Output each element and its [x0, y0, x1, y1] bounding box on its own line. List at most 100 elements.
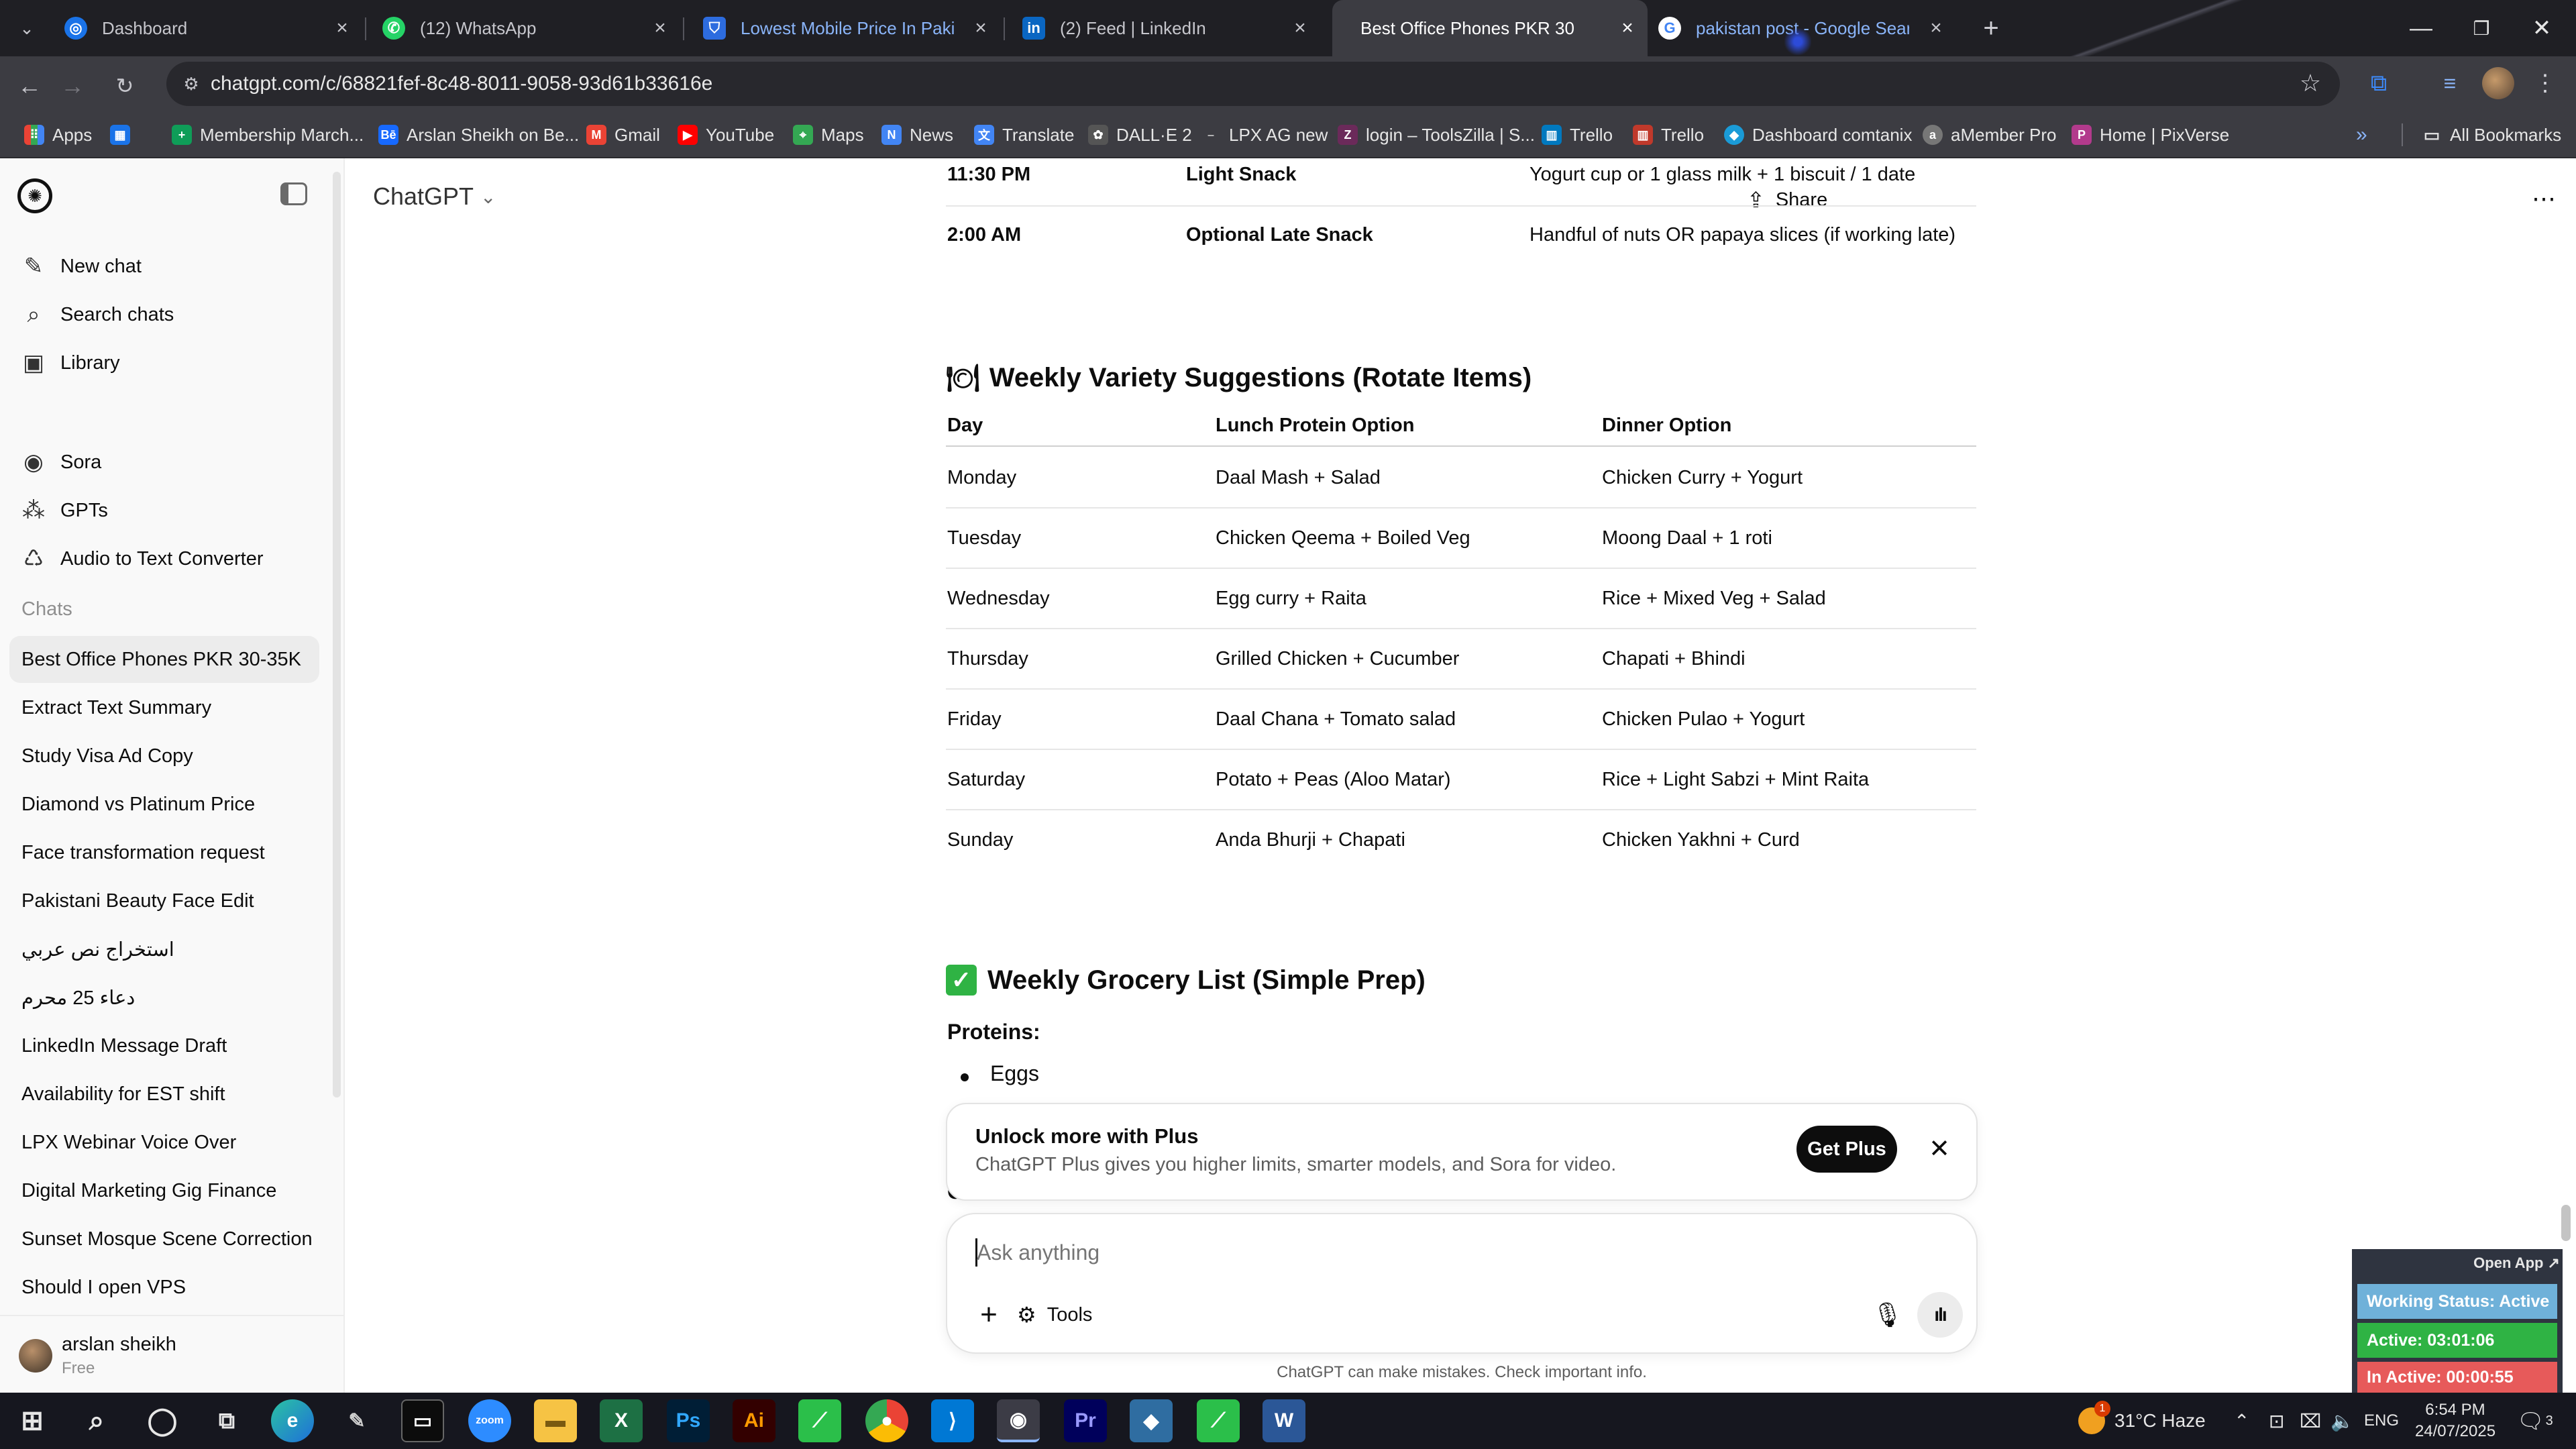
- close-tab-icon[interactable]: ×: [1288, 16, 1312, 40]
- pen-tool-icon[interactable]: ✎: [335, 1399, 378, 1442]
- chrome-icon[interactable]: ●: [865, 1399, 908, 1442]
- zoom-icon[interactable]: zoom: [468, 1399, 511, 1442]
- bookmark-news[interactable]: N News: [881, 111, 953, 158]
- bookmark-trello-2[interactable]: ▥ Trello: [1633, 111, 1704, 158]
- bookmark-lpx[interactable]: – LPX AG new: [1201, 111, 1328, 158]
- chat-item[interactable]: استخراج نص عربي: [9, 926, 319, 973]
- page-scrollbar[interactable]: [2561, 1205, 2571, 1241]
- user-profile[interactable]: arslan sheikh Free: [9, 1326, 325, 1382]
- gpts-button[interactable]: ⁂ GPTs: [0, 487, 335, 534]
- bookmark-comtanix[interactable]: ◆ Dashboard comtanix: [1724, 111, 1912, 158]
- premiere-icon[interactable]: Pr: [1064, 1399, 1107, 1442]
- omnibox[interactable]: ⚙ chatgpt.com/c/68821fef-8c48-8011-9058-…: [166, 62, 2340, 106]
- cortana-icon[interactable]: ◯: [141, 1399, 184, 1442]
- library-button[interactable]: ▣ Library: [0, 339, 335, 386]
- photoshop-icon[interactable]: Ps: [667, 1399, 710, 1442]
- attach-icon[interactable]: +: [970, 1296, 1008, 1334]
- all-bookmarks[interactable]: ▭ All Bookmarks: [2422, 111, 2561, 158]
- minimize-icon[interactable]: —: [2391, 0, 2451, 56]
- close-sidebar-icon[interactable]: [280, 182, 307, 205]
- word-icon[interactable]: W: [1263, 1399, 1305, 1442]
- close-tab-icon[interactable]: ×: [969, 16, 993, 40]
- chat-item[interactable]: Should I open VPS: [9, 1264, 319, 1311]
- more-options-icon[interactable]: ⋯: [2525, 180, 2563, 217]
- tab-chatgpt-active[interactable]: Best Office Phones PKR 30-35K ×: [1332, 0, 1648, 56]
- bookmark-pixverse[interactable]: P Home | PixVerse: [2072, 111, 2229, 158]
- network-share-icon[interactable]: ⊡: [2269, 1393, 2284, 1449]
- app-green-2-icon[interactable]: ⟋: [1197, 1399, 1240, 1442]
- chat-item[interactable]: Face transformation request: [9, 829, 319, 876]
- chat-item[interactable]: Availability for EST shift: [9, 1071, 319, 1118]
- chat-item[interactable]: LinkedIn Message Draft: [9, 1022, 319, 1069]
- volume-icon[interactable]: 🔈: [2330, 1393, 2354, 1449]
- close-tab-icon[interactable]: ×: [1615, 16, 1640, 40]
- browser-menu-icon[interactable]: ⋮: [2529, 67, 2561, 99]
- bookmark-amember[interactable]: a aMember Pro: [1923, 111, 2057, 158]
- bookmark-dalle[interactable]: ✿ DALL·E 2: [1088, 111, 1192, 158]
- bookmark-maps[interactable]: ⌖ Maps: [793, 111, 864, 158]
- bookmark-trello-1[interactable]: ▥ Trello: [1542, 111, 1613, 158]
- tab-whatsapp[interactable]: ✆ (12) WhatsApp ×: [382, 0, 672, 56]
- bookmark-star-icon[interactable]: ☆: [2296, 68, 2325, 98]
- tab-linkedin[interactable]: in (2) Feed | LinkedIn ×: [1022, 0, 1312, 56]
- chat-item[interactable]: دعاء 25 محرم: [9, 974, 319, 1021]
- microphone-icon[interactable]: 🎙: [1869, 1296, 1907, 1334]
- gpt-audio-to-text[interactable]: ♺ Audio to Text Converter: [0, 535, 335, 582]
- task-view-icon[interactable]: ⧉: [205, 1399, 248, 1442]
- restore-icon[interactable]: ❐: [2451, 0, 2512, 56]
- network-icon[interactable]: ⌧: [2300, 1393, 2321, 1449]
- tab-search-button[interactable]: ⌄: [13, 15, 40, 42]
- terminal-icon[interactable]: ▭: [401, 1399, 444, 1442]
- clock[interactable]: 6:54 PM 24/07/2025: [2415, 1393, 2496, 1449]
- profile-avatar[interactable]: [2482, 67, 2514, 99]
- tab-mobile-price[interactable]: ⛉ Lowest Mobile Price In Pakistan ×: [703, 0, 993, 56]
- sidebar-scrollbar[interactable]: [333, 172, 341, 1097]
- app-green-icon[interactable]: ⟋: [798, 1399, 841, 1442]
- close-tab-icon[interactable]: ×: [648, 16, 672, 40]
- bookmark-translate[interactable]: 文 Translate: [974, 111, 1074, 158]
- chrome-active-icon[interactable]: ◉: [997, 1399, 1040, 1442]
- open-app-button[interactable]: Open App ↗: [2466, 1254, 2560, 1281]
- share-button[interactable]: ⇪ Share: [1747, 180, 1827, 220]
- chat-item-active[interactable]: Best Office Phones PKR 30-35K: [9, 636, 319, 683]
- site-info-icon[interactable]: ⚙: [178, 71, 204, 97]
- vscode-icon[interactable]: ⟩: [931, 1399, 974, 1442]
- bookmark-behance[interactable]: Bē Arslan Sheikh on Be...: [378, 111, 579, 158]
- search-icon[interactable]: ⌕: [75, 1399, 118, 1442]
- more-bookmarks-icon[interactable]: »: [2356, 111, 2367, 158]
- weather-widget[interactable]: 1 31°C Haze: [2078, 1393, 2206, 1449]
- show-hidden-icons[interactable]: ⌃: [2234, 1393, 2249, 1449]
- file-explorer-icon[interactable]: ▬: [534, 1399, 577, 1442]
- tools-button[interactable]: ⚙ Tools: [1017, 1296, 1092, 1334]
- get-plus-button[interactable]: Get Plus: [1796, 1126, 1897, 1173]
- notification-center[interactable]: 🗨 3: [2517, 1393, 2553, 1449]
- reload-icon[interactable]: ↻: [106, 67, 144, 105]
- model-selector[interactable]: ChatGPT ⌄: [373, 182, 496, 211]
- sora-button[interactable]: ◉ Sora: [0, 439, 335, 486]
- chat-item[interactable]: Pakistani Beauty Face Edit: [9, 877, 319, 924]
- chatgpt-logo-icon[interactable]: ✺: [17, 178, 52, 213]
- close-window-icon[interactable]: ✕: [2512, 0, 2572, 56]
- app-diamond-icon[interactable]: ◆: [1130, 1399, 1173, 1442]
- chat-item[interactable]: LPX Webinar Voice Over: [9, 1119, 319, 1166]
- close-tab-icon[interactable]: ×: [1924, 16, 1948, 40]
- bookmark-apps[interactable]: ⠿ Apps: [24, 111, 92, 158]
- prompt-input[interactable]: [977, 1233, 1916, 1272]
- back-icon[interactable]: ←: [11, 67, 48, 105]
- close-icon[interactable]: ✕: [1921, 1131, 1957, 1167]
- search-chats-button[interactable]: ⌕ Search chats: [0, 291, 335, 338]
- extensions-icon[interactable]: ⧉: [2363, 67, 2395, 99]
- bookmark-gmail[interactable]: M Gmail: [586, 111, 660, 158]
- windows-start-icon[interactable]: ⊞: [11, 1399, 54, 1442]
- forward-icon[interactable]: →: [54, 67, 91, 105]
- chat-item[interactable]: Study Visa Ad Copy: [9, 733, 319, 780]
- chat-item[interactable]: Digital Marketing Gig Finance: [9, 1167, 319, 1214]
- edge-icon[interactable]: e: [271, 1399, 314, 1442]
- bookmark-toolszilla[interactable]: Z login – ToolsZilla | S...: [1338, 111, 1535, 158]
- language-indicator[interactable]: ENG: [2364, 1393, 2399, 1449]
- chat-item[interactable]: Extract Text Summary: [9, 684, 319, 731]
- chat-item[interactable]: Sunset Mosque Scene Correction: [9, 1216, 319, 1263]
- new-chat-button[interactable]: ✎ New chat: [0, 243, 335, 290]
- url-text[interactable]: chatgpt.com/c/68821fef-8c48-8011-9058-93…: [211, 72, 712, 95]
- bookmark-membership[interactable]: + Membership March...: [172, 111, 364, 158]
